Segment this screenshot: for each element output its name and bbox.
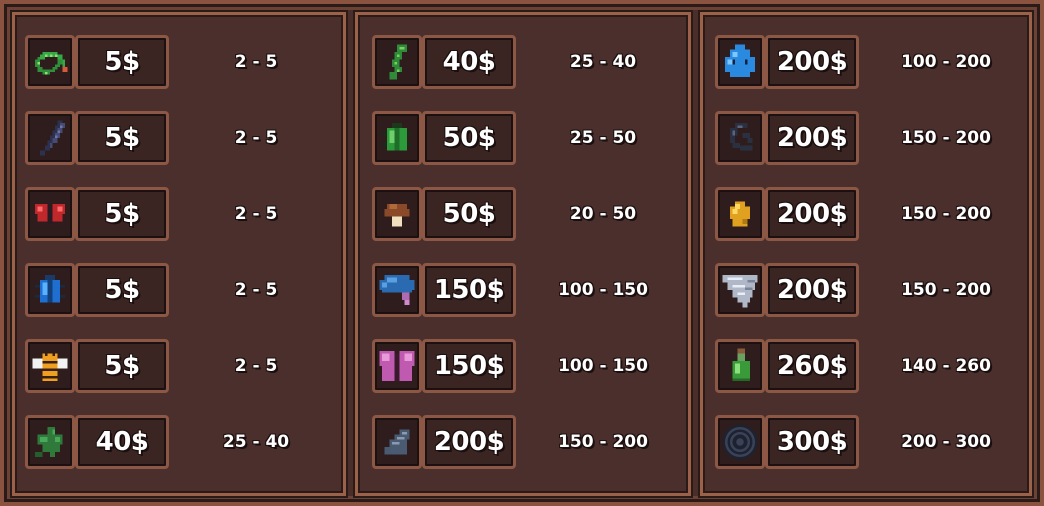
item-price: 300$ [765,415,859,469]
green-caterpillar-icon [389,44,407,80]
item-sell-range: 2 - 5 [234,204,278,224]
column-3-panel: 200$ 100 - 200 200$ 150 - 200 200$ 150 -… [700,12,1032,496]
item-sell-range: 2 - 5 [234,280,278,300]
gold-nugget-icon [730,201,750,227]
column-2-panel: 40$ 25 - 40 50$ 25 - 50 50$ 20 - 50 150$… [355,12,691,496]
item-sell-range: 140 - 260 [901,356,991,376]
item-icon-slot [715,415,765,469]
item-icon-slot [372,263,422,317]
item-price: 50$ [422,111,516,165]
feather-icon [40,120,65,156]
dark-spiral-icon [722,424,758,460]
item-price: 5$ [75,263,169,317]
item-sell-range: 20 - 50 [569,204,637,224]
item-price: 5$ [75,339,169,393]
item-sell-range: 200 - 300 [901,432,991,452]
item-sell-range: 25 - 40 [569,52,637,72]
item-price: 260$ [765,339,859,393]
item-icon-slot [715,111,765,165]
item-icon-slot [372,111,422,165]
green-potion-icon [732,348,750,381]
item-icon-slot [715,35,765,89]
item-icon-slot [372,415,422,469]
worm-icon [35,52,68,75]
item-sell-range: 25 - 50 [569,128,637,148]
item-sell-range: 2 - 5 [234,52,278,72]
brown-mushroom-icon [384,204,410,227]
item-icon-slot [372,35,422,89]
item-price: 40$ [422,35,516,89]
item-price: 200$ [422,415,516,469]
red-butterfly-icon [35,204,65,224]
green-leaf-icon [35,427,63,457]
item-price: 200$ [765,35,859,89]
item-sell-range: 2 - 5 [234,128,278,148]
item-price: 200$ [765,111,859,165]
item-icon-slot [372,339,422,393]
pink-butterfly-icon [379,351,415,381]
item-icon-slot [715,263,765,317]
item-icon-slot [25,263,75,317]
item-icon-slot [715,187,765,241]
item-icon-slot [715,339,765,393]
item-icon-slot [25,35,75,89]
item-price: 50$ [422,187,516,241]
blue-mushroom-icon [379,275,415,305]
item-sell-range: 150 - 200 [558,432,648,452]
green-beetle-icon [382,123,412,151]
column-1-panel: 5$ 2 - 5 5$ 2 - 5 5$ 2 - 5 5$ 2 - 5 5$ 2… [12,12,346,496]
blue-slime-icon [725,44,755,77]
item-icon-slot [372,187,422,241]
bee-icon [32,353,68,381]
blue-beetle-icon [35,275,65,303]
item-sell-range: 100 - 200 [901,52,991,72]
item-icon-slot [25,187,75,241]
item-icon-slot [25,339,75,393]
item-sell-range: 150 - 200 [901,280,991,300]
tornado-icon [722,275,758,308]
item-price: 5$ [75,111,169,165]
item-price: 5$ [75,35,169,89]
item-sell-range: 2 - 5 [234,356,278,376]
item-icon-slot [25,415,75,469]
item-sell-range: 150 - 200 [901,128,991,148]
dark-claw-icon [730,123,753,151]
item-price: 200$ [765,187,859,241]
item-price: 200$ [765,263,859,317]
item-price: 40$ [75,415,169,469]
fin-icon [384,429,410,455]
item-sell-range: 150 - 200 [901,204,991,224]
item-sell-range: 100 - 150 [558,280,648,300]
item-price: 150$ [422,263,516,317]
item-sell-range: 25 - 40 [222,432,290,452]
item-price: 150$ [422,339,516,393]
item-icon-slot [25,111,75,165]
item-sell-range: 100 - 150 [558,356,648,376]
item-price: 5$ [75,187,169,241]
